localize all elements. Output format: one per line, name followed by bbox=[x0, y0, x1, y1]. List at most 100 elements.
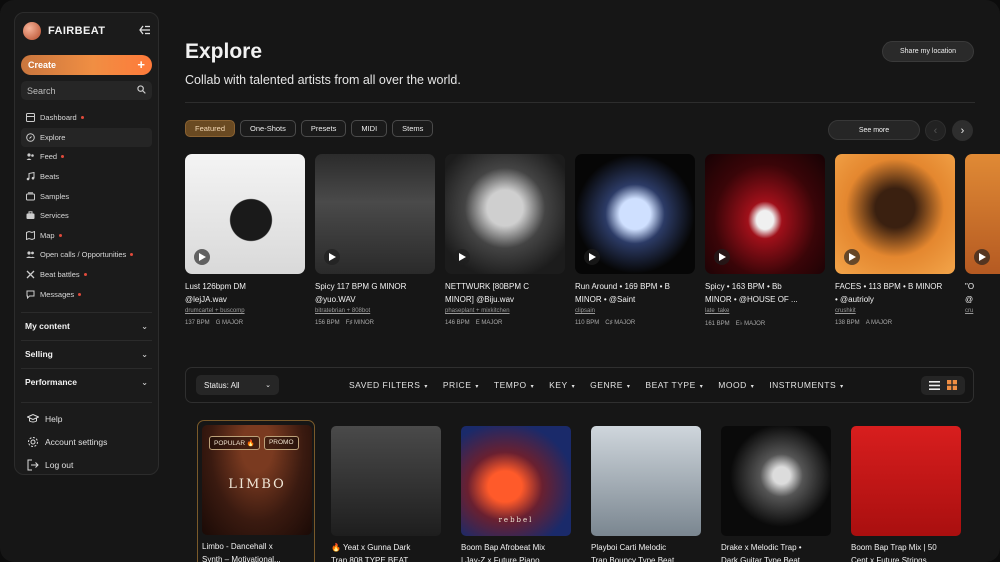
sidebar-item-open-calls-opportunities[interactable]: Open calls / Opportunities bbox=[21, 245, 152, 265]
card-title[interactable]: 🔥 Yeat x Gunna Dark Trap 808 TYPE BEAT bbox=[327, 542, 445, 562]
sidebar-item-services[interactable]: Services bbox=[21, 206, 152, 226]
filter-saved-filters[interactable]: SAVED FILTERS ▾ bbox=[349, 380, 428, 390]
category-chips: Featured One-Shots Presets MIDI Stems bbox=[185, 120, 434, 137]
sidebar-item-feed[interactable]: Feed bbox=[21, 147, 152, 167]
play-icon bbox=[198, 253, 206, 261]
sidebar-item-explore[interactable]: Explore bbox=[21, 127, 152, 148]
divider bbox=[185, 102, 975, 103]
card-credit[interactable]: crushkit bbox=[835, 308, 955, 314]
section-selling[interactable]: Selling ⌄ bbox=[21, 339, 152, 368]
featured-card[interactable]: Run Around • 169 BPM • B MINOR • @Saint c… bbox=[575, 154, 695, 326]
card-title[interactable]: Run Around • 169 BPM • B MINOR • @Saint bbox=[575, 281, 695, 307]
play-button[interactable] bbox=[324, 249, 340, 265]
create-button[interactable]: Create + bbox=[21, 55, 152, 75]
section-my-content[interactable]: My content ⌄ bbox=[21, 311, 152, 340]
card-credit[interactable]: drumcartel + buscomp bbox=[185, 308, 305, 314]
filter-genre[interactable]: GENRE ▾ bbox=[590, 380, 630, 390]
search-input[interactable]: Search bbox=[21, 81, 152, 100]
brand[interactable]: FAIRBEAT bbox=[21, 21, 152, 41]
messages-icon bbox=[26, 290, 35, 299]
beat-card[interactable]: Playboi Carti Melodic Trap Bouncy Type B… bbox=[587, 422, 705, 562]
featured-card[interactable]: NETTWURK [80BPM C MINOR] @Biju.wav phasep… bbox=[445, 154, 565, 326]
sidebar-log-out-link[interactable]: Log out bbox=[21, 454, 152, 477]
sidebar-item-label: Beats bbox=[40, 172, 60, 182]
sidebar-item-beats[interactable]: Beats bbox=[21, 167, 152, 187]
featured-card[interactable]: Spicy 117 BPM G MINOR @yuo.WAV bitratebri… bbox=[315, 154, 435, 326]
card-title[interactable]: NETTWURK [80BPM C MINOR] @Biju.wav bbox=[445, 281, 565, 307]
card-credit[interactable]: bitratebrian + 808bot bbox=[315, 308, 435, 314]
featured-card[interactable]: Lust 126bpm DM @lejJA.wav drumcartel + bu… bbox=[185, 154, 305, 326]
card-credit[interactable]: clipsain bbox=[575, 308, 695, 314]
filter-price[interactable]: PRICE ▾ bbox=[443, 380, 479, 390]
section-performance[interactable]: Performance ⌄ bbox=[21, 367, 152, 396]
card-title[interactable]: Drake x Melodic Trap • Dark Guitar Type … bbox=[717, 542, 835, 562]
share-location-button[interactable]: Share my location bbox=[882, 41, 974, 62]
play-button[interactable] bbox=[194, 249, 210, 265]
chip-presets[interactable]: Presets bbox=[300, 120, 347, 137]
grid-view-icon[interactable] bbox=[947, 377, 958, 395]
card-title[interactable]: Lust 126bpm DM @lejJA.wav bbox=[185, 281, 305, 307]
chevron-down-icon: ▾ bbox=[750, 384, 755, 390]
sidebar-item-dashboard[interactable]: Dashboard bbox=[21, 108, 152, 128]
beat-card[interactable]: Drake x Melodic Trap • Dark Guitar Type … bbox=[717, 422, 835, 562]
cover-art bbox=[331, 426, 441, 536]
sidebar-help-link[interactable]: Help bbox=[21, 408, 152, 431]
filter-tempo[interactable]: TEMPO ▾ bbox=[494, 380, 534, 390]
card-title[interactable]: Playboi Carti Melodic Trap Bouncy Type B… bbox=[587, 542, 705, 562]
beat-card[interactable]: LIMBO POPULAR 🔥 PROMO Limbo - Dancehall x S… bbox=[197, 420, 315, 562]
brand-name: FAIRBEAT bbox=[48, 25, 106, 37]
play-button[interactable] bbox=[974, 249, 990, 265]
filter-instruments[interactable]: INSTRUMENTS ▾ bbox=[769, 380, 843, 390]
filter-mood[interactable]: MOOD ▾ bbox=[718, 380, 754, 390]
featured-card[interactable]: FACES • 113 BPM • B MINOR • @autrioly cru… bbox=[835, 154, 955, 326]
sidebar-item-map[interactable]: Map bbox=[21, 226, 152, 246]
card-title[interactable]: Limbo - Dancehall x Synth – Motivational… bbox=[198, 541, 314, 562]
card-credit[interactable]: late_take bbox=[705, 308, 825, 314]
notification-dot bbox=[61, 155, 65, 159]
play-button[interactable] bbox=[844, 249, 860, 265]
card-credit[interactable]: cru bbox=[965, 308, 1000, 314]
play-button[interactable] bbox=[454, 249, 470, 265]
key-value: F♯ MINOR bbox=[345, 320, 375, 326]
sidebar-item-beat-battles[interactable]: Beat battles bbox=[21, 265, 152, 285]
music-note-icon bbox=[26, 172, 35, 181]
cover-art bbox=[721, 426, 831, 536]
samples-icon bbox=[26, 191, 35, 201]
sidebar-item-samples[interactable]: Samples bbox=[21, 186, 152, 206]
filter-label: MOOD bbox=[718, 380, 747, 390]
collapse-sidebar-icon[interactable] bbox=[138, 25, 152, 37]
beat-card[interactable]: rebbel Boom Bap Afrobeat Mix | Jay-Z x Fu… bbox=[457, 422, 575, 562]
chip-one-shots[interactable]: One-Shots bbox=[240, 120, 296, 137]
featured-card[interactable]: Spicy • 163 BPM • Bb MINOR • @HOUSE OF .… bbox=[705, 154, 825, 327]
carousel-next-button[interactable]: › bbox=[952, 120, 973, 141]
chip-midi[interactable]: MIDI bbox=[351, 120, 388, 137]
card-title[interactable]: Boom Bap Trap Mix | 50 Cent x Future Str… bbox=[847, 542, 965, 562]
sidebar-item-messages[interactable]: Messages bbox=[21, 284, 152, 304]
sidebar-item-label: Map bbox=[40, 230, 55, 240]
beat-card[interactable]: Boom Bap Trap Mix | 50 Cent x Future Str… bbox=[847, 422, 965, 562]
chevron-down-icon: ▾ bbox=[424, 384, 428, 390]
cover-text: rebbel bbox=[498, 516, 534, 524]
chip-stems[interactable]: Stems bbox=[392, 120, 434, 137]
carousel-prev-button[interactable]: ‹ bbox=[925, 120, 946, 141]
card-title[interactable]: Spicy 117 BPM G MINOR @yuo.WAV bbox=[315, 281, 435, 307]
card-title[interactable]: Boom Bap Afrobeat Mix | Jay-Z x Future P… bbox=[457, 542, 575, 562]
play-button[interactable] bbox=[714, 249, 730, 265]
sidebar-bottom-label: Log out bbox=[45, 460, 74, 471]
play-button[interactable] bbox=[584, 249, 600, 265]
see-more-button[interactable]: See more bbox=[828, 120, 920, 140]
card-title[interactable]: FACES • 113 BPM • B MINOR • @autrioly bbox=[835, 281, 955, 307]
list-view-icon[interactable] bbox=[928, 377, 940, 395]
chip-featured[interactable]: Featured bbox=[185, 120, 236, 137]
sidebar-account-settings-link[interactable]: Account settings bbox=[21, 431, 152, 454]
featured-card[interactable]: "O @ cru bbox=[965, 154, 1000, 326]
card-title[interactable]: Spicy • 163 BPM • Bb MINOR • @HOUSE OF .… bbox=[705, 281, 825, 307]
filter-key[interactable]: KEY ▾ bbox=[549, 380, 575, 390]
card-title[interactable]: "O @ bbox=[965, 281, 1000, 307]
section-label: Selling bbox=[25, 349, 53, 360]
filter-beat-type[interactable]: BEAT TYPE ▾ bbox=[645, 380, 703, 390]
card-credit[interactable]: phaseplant + mixkitchen bbox=[445, 308, 565, 314]
graduation-cap-icon bbox=[27, 413, 39, 425]
status-select[interactable]: Status: All ⌄ bbox=[196, 375, 279, 395]
beat-card[interactable]: 🔥 Yeat x Gunna Dark Trap 808 TYPE BEAT bbox=[327, 422, 445, 562]
